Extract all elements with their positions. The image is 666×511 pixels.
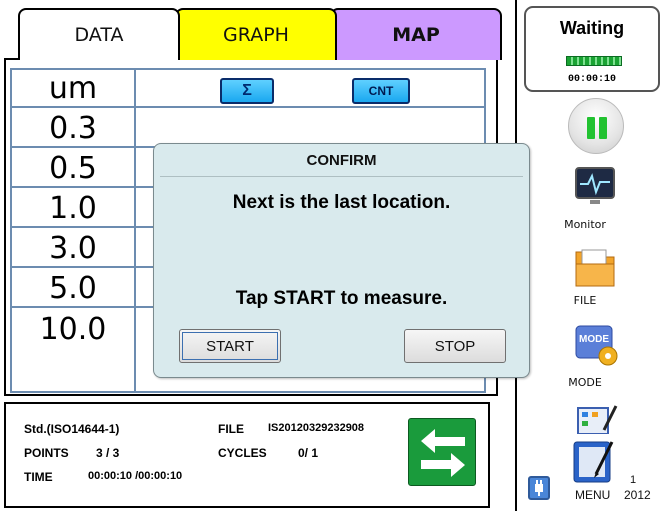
folder-icon [575,249,615,287]
size-cell: 3.0 [12,230,134,268]
tab-data[interactable]: DATA [18,8,180,60]
mode-button[interactable]: MODE [568,322,622,372]
dialog-message: Next is the last location. [232,192,451,213]
sum-button[interactable]: Σ [220,78,274,104]
size-cell: 5.0 [12,270,134,308]
size-cell: 10.0 [12,310,134,348]
size-label: 10.0 [39,311,107,347]
pause-button[interactable] [568,98,624,154]
settings-button[interactable] [568,402,622,434]
size-header-cell: um [12,70,134,108]
settings-icon [577,405,618,434]
date-fragment: 1 [630,474,637,486]
tab-connector [20,56,178,60]
menu-button[interactable] [568,436,622,486]
tab-graph[interactable]: GRAPH [175,8,337,60]
time-label: TIME [24,470,53,484]
plug-icon [535,480,543,496]
cycles-label: CYCLES [218,446,267,460]
size-label: 5.0 [49,270,97,306]
size-label: 1.0 [49,190,97,226]
stop-button[interactable]: STOP [404,329,506,363]
status-title: Waiting [559,18,625,38]
file-value: IS20120329232908 [268,422,365,434]
monitor-label: Monitor [564,218,606,231]
dialog-divider [160,176,523,177]
mode-label: MODE [568,376,602,389]
count-button-label: CNT [368,84,394,98]
size-label: 3.0 [49,230,97,266]
notepad-pen-icon [573,441,614,483]
sum-button-label: Σ [242,82,252,99]
svg-text:MODE: MODE [579,334,609,345]
start-button[interactable]: START [179,329,281,363]
points-label: POINTS [24,446,69,460]
swap-location-button[interactable] [408,418,476,486]
size-cell: 0.3 [12,110,134,148]
tab-data-label: DATA [74,24,124,46]
tab-graph-label: GRAPH [223,24,289,46]
file-label-side: FILE [573,294,597,307]
points-value: 3 / 3 [96,446,120,460]
dialog-title: CONFIRM [306,152,377,169]
mode-icon: MODE [575,325,618,366]
pause-icon [599,117,607,139]
time-value: 00:00:10 /00:00:10 [88,470,183,482]
confirm-dialog: CONFIRM Next is the last location. Tap S… [153,143,530,378]
status-time: 00:00:10 [567,74,616,85]
progress-bar [566,56,622,66]
file-label: FILE [218,422,244,436]
tab-map[interactable]: MAP [330,8,502,60]
swap-arrows-icon [421,429,465,477]
size-label: 0.3 [49,110,97,146]
file-button[interactable] [568,242,622,292]
size-unit-label: um [48,70,98,106]
size-cell: 0.5 [12,150,134,188]
stop-button-label: STOP [434,337,476,355]
count-button[interactable]: CNT [352,78,410,104]
size-cell: 1.0 [12,190,134,228]
menu-label: MENU [575,488,611,502]
status-indicator: Waiting 00:00:10 [524,6,660,92]
standard-label: Std.(ISO14644-1) [24,422,120,436]
start-button-label: START [206,337,254,355]
year-label: 2012 [624,488,651,502]
cycles-value: 0/ 1 [298,446,319,460]
dialog-instruction: Tap START to measure. [235,288,448,309]
monitor-button[interactable] [568,164,622,214]
battery-icon[interactable] [528,476,550,500]
pause-icon [587,117,595,139]
size-label: 0.5 [49,150,97,186]
monitor-icon [575,167,615,204]
table-row [136,70,486,108]
tab-map-label: MAP [392,24,440,46]
